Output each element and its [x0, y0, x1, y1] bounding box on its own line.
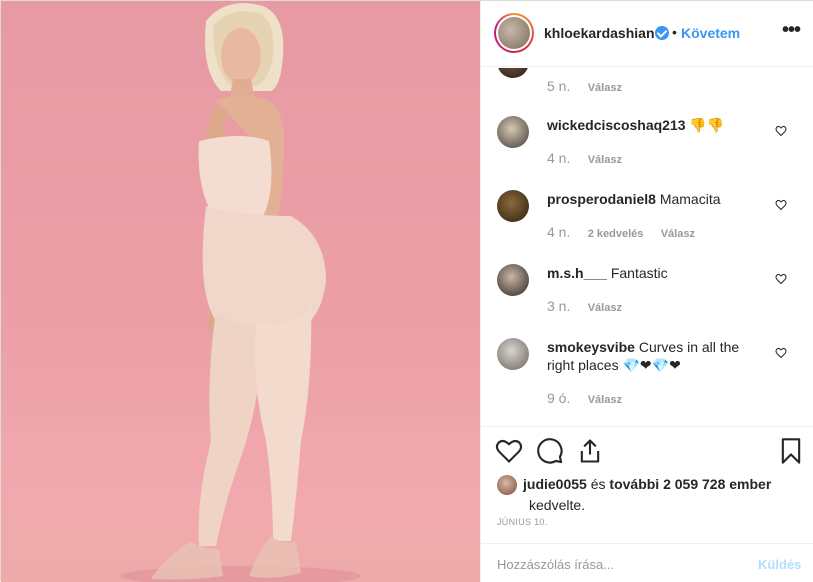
comment-avatar[interactable] [497, 190, 529, 222]
liker-avatar[interactable] [497, 475, 517, 496]
comment-text: m.s.h___ Fantastic [547, 264, 767, 282]
reply-button[interactable]: Válasz [588, 154, 622, 166]
comment-icon[interactable] [536, 437, 564, 465]
comment-like-heart-icon[interactable] [775, 125, 787, 137]
likes-count[interactable]: további 2 059 728 ember [609, 476, 771, 492]
action-bar: judie0055 és további 2 059 728 ember ked… [481, 426, 813, 528]
post-header: khloekardashian • Követem ••• [481, 1, 813, 67]
comment-meta: 9 ó. Válasz [547, 390, 636, 406]
share-icon[interactable] [576, 437, 604, 465]
comment-text: smokeysvibe Curves in all the right plac… [547, 338, 767, 374]
likes-summary: judie0055 és további 2 059 728 ember ked… [497, 474, 797, 515]
bookmark-icon[interactable] [777, 437, 805, 465]
author-avatar[interactable] [494, 13, 534, 53]
comment-avatar[interactable] [497, 264, 529, 296]
comment-body: Fantastic [610, 265, 668, 281]
comments-list: 5 n. Válasz wickedciscoshaq213 👎👎 4 n. V… [481, 68, 813, 426]
comment-username[interactable]: m.s.h___ [547, 265, 607, 281]
verified-badge-icon [655, 26, 669, 40]
comment-meta: 4 n. Válasz [547, 150, 636, 166]
reply-button[interactable]: Válasz [661, 228, 695, 240]
liker-username[interactable]: judie0055 [523, 476, 587, 492]
comment-like-heart-icon[interactable] [775, 347, 787, 359]
comment-time[interactable]: 3 n. [547, 298, 570, 314]
comment-username[interactable]: wickedciscoshaq213 [547, 117, 686, 133]
comment-username[interactable]: smokeysvibe [547, 339, 635, 355]
comment-body: 👎👎 [689, 117, 725, 133]
comment-input[interactable] [497, 552, 737, 576]
comment-time[interactable]: 9 ó. [547, 390, 570, 406]
comment-time[interactable]: 4 n. [547, 150, 570, 166]
comment-likes-count[interactable]: 2 kedvelés [588, 228, 644, 240]
more-options-icon[interactable]: ••• [779, 20, 803, 45]
follow-button[interactable]: Követem [681, 25, 740, 41]
comment-like-heart-icon[interactable] [775, 199, 787, 211]
post-photo[interactable] [1, 1, 480, 582]
reply-button[interactable]: Válasz [588, 82, 622, 94]
heart-icon[interactable] [495, 437, 523, 465]
comment-like-heart-icon[interactable] [775, 273, 787, 285]
comment-avatar[interactable] [497, 338, 529, 370]
instagram-post: khloekardashian • Követem ••• 5 n. Válas… [0, 0, 813, 582]
comment-box: Küldés [481, 543, 813, 582]
comment-text: prosperodaniel8 Mamacita [547, 190, 767, 208]
comment-time[interactable]: 5 n. [547, 78, 570, 94]
comment-time[interactable]: 4 n. [547, 224, 570, 240]
comment-avatar[interactable] [497, 68, 529, 78]
comment-meta: 4 n. 2 kedvelés Válasz [547, 224, 709, 240]
likes-connector: és [590, 476, 606, 492]
comment-body: Mamacita [659, 191, 721, 207]
comment-username[interactable]: prosperodaniel8 [547, 191, 656, 207]
likes-suffix: kedvelte. [529, 497, 586, 514]
author-username[interactable]: khloekardashian [544, 25, 655, 41]
comment-text: wickedciscoshaq213 👎👎 [547, 116, 767, 134]
post-photo-figure [121, 3, 361, 582]
comment-meta: 5 n. Válasz [547, 78, 636, 94]
reply-button[interactable]: Válasz [588, 302, 622, 314]
send-button[interactable]: Küldés [758, 557, 801, 572]
post-sidebar: khloekardashian • Követem ••• 5 n. Válas… [480, 1, 813, 582]
post-date[interactable]: JÚNIUS 10. [497, 517, 548, 527]
reply-button[interactable]: Válasz [588, 394, 622, 406]
comment-meta: 3 n. Válasz [547, 298, 636, 314]
comment-avatar[interactable] [497, 116, 529, 148]
header-separator: • [672, 24, 677, 40]
